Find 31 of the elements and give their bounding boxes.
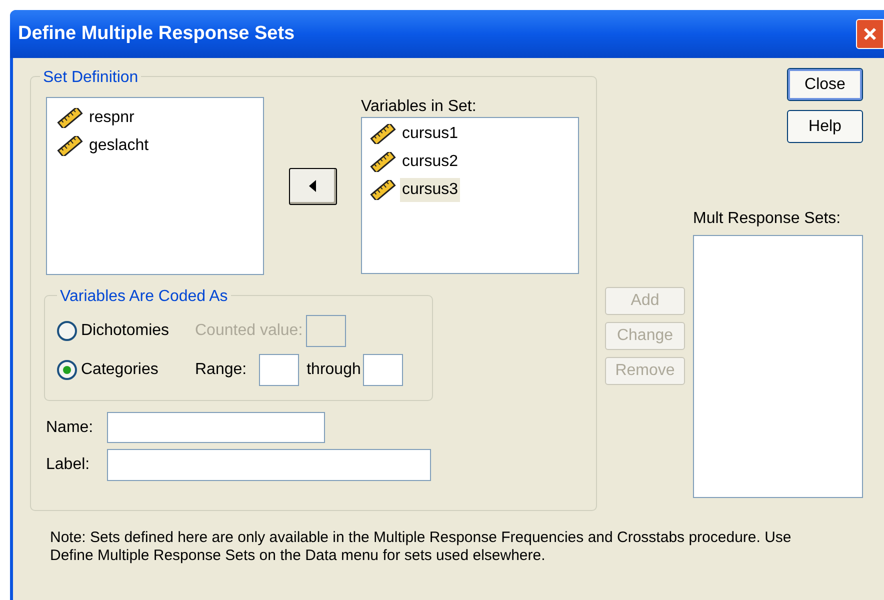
note-text: Note: Sets defined here are only available in the Multiple Response Frequencies and Crosstabs procedure. Use Define Multiple Response Sets on the Data menu for sets used elsewhere. — [50, 529, 792, 565]
radio-label: Categories — [81, 360, 158, 380]
range-from-field[interactable] — [258, 354, 299, 386]
window-title: Define Multiple Response Sets — [18, 22, 295, 46]
source-variable-list[interactable]: respnr geslacht — [46, 97, 264, 275]
dialog-button[interactable]: Help — [787, 110, 863, 143]
move-left-button[interactable] — [288, 168, 336, 204]
close-button[interactable] — [856, 19, 884, 49]
close-icon — [862, 26, 878, 42]
variable-item[interactable]: geslacht — [87, 134, 151, 158]
radio-button[interactable] — [57, 360, 77, 380]
through-label: through — [306, 360, 361, 380]
variables-in-set-list[interactable]: cursus1 cursus2 cursus3 — [361, 117, 579, 274]
counted-value-field[interactable] — [306, 315, 346, 347]
radio-label: Dichotomies — [81, 321, 170, 341]
label-label: Label: — [46, 455, 91, 475]
left-arrow-icon — [308, 180, 316, 192]
label-field[interactable] — [107, 449, 431, 481]
variable-item[interactable]: cursus3 — [400, 178, 460, 202]
counted-value-label: Counted value: — [195, 321, 303, 341]
radio-button[interactable] — [57, 321, 77, 341]
name-field[interactable] — [107, 412, 325, 443]
name-label: Name: — [46, 418, 94, 438]
mult-response-sets-label: Mult Response Sets: — [693, 209, 841, 229]
range-to-field[interactable] — [362, 354, 403, 386]
variables-in-set-label: Variables in Set: — [361, 97, 478, 117]
dialog-button[interactable]: Close — [787, 68, 863, 101]
variable-item[interactable]: cursus1 — [400, 122, 460, 146]
variable-item[interactable]: respnr — [87, 106, 136, 130]
range-label: Range: — [195, 360, 247, 380]
variable-item[interactable]: cursus2 — [400, 150, 460, 174]
